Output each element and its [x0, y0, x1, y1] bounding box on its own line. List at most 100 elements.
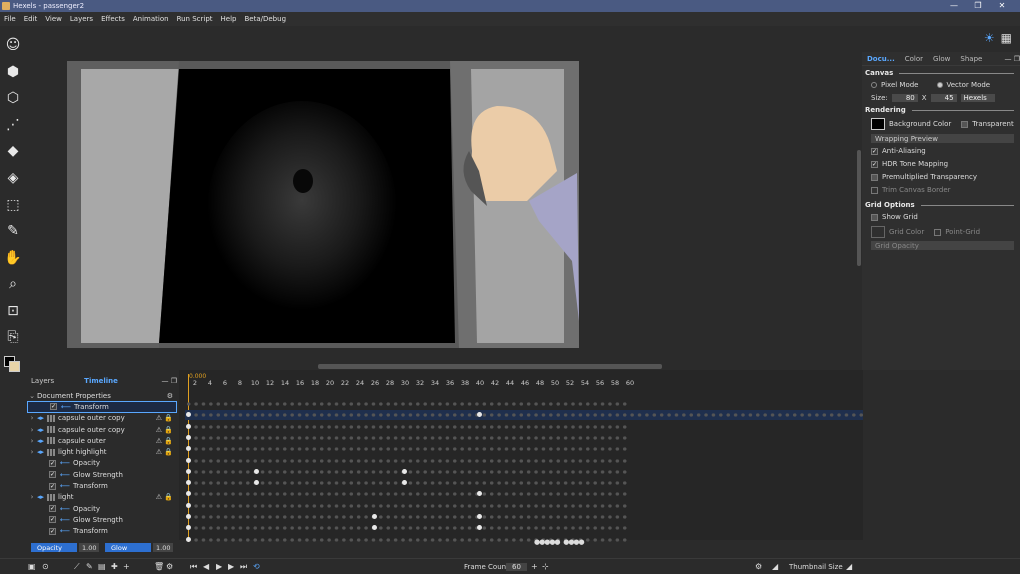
property-row[interactable]: ✓ ⟵ Transform	[27, 480, 177, 491]
timeline-track[interactable]	[185, 421, 630, 432]
light-mode-icon[interactable]: ☀	[984, 31, 995, 45]
visibility-icon[interactable]: ◂▸	[37, 448, 44, 456]
pixel-mode-radio[interactable]	[871, 82, 877, 88]
timeline-track[interactable]	[185, 523, 630, 534]
thumbnail-small-icon[interactable]: ◢	[772, 562, 778, 571]
close-button[interactable]: ✕	[990, 0, 1014, 12]
timeline-track[interactable]	[185, 455, 630, 466]
show-grid-checkbox[interactable]	[871, 213, 878, 221]
property-checkbox[interactable]: ✓	[49, 505, 56, 513]
keyframe-marker[interactable]	[402, 468, 407, 474]
menu-beta-debug[interactable]: Beta/Debug	[240, 15, 290, 23]
onion-skin-dots[interactable]: ●●●●● ●●●●	[534, 538, 585, 546]
property-checkbox[interactable]: ✓	[49, 459, 56, 467]
loop-icon[interactable]: ⟲	[253, 562, 260, 571]
glow-slider[interactable]: Glow	[105, 543, 151, 552]
layer-row[interactable]: › ◂▸ capsule outer ⚠ 🔒	[27, 435, 177, 446]
settings-icon[interactable]: ⚙	[166, 562, 173, 571]
timeline-area[interactable]: 2 4 6 8 10 12 14 16 18 20 22 24 26 28 30 32 34 36 38 40 42 44…	[179, 370, 863, 545]
minimize-button[interactable]: —	[942, 0, 966, 12]
anti-aliasing-checkbox[interactable]: ✓	[871, 147, 878, 155]
menu-run-script[interactable]: Run Script	[173, 15, 217, 23]
background-color-swatch[interactable]	[871, 118, 885, 130]
menu-effects[interactable]: Effects	[97, 15, 129, 23]
menu-layers[interactable]: Layers	[66, 15, 97, 23]
property-row[interactable]: ✓ ⟵ Transform	[27, 526, 177, 537]
keyframe-marker[interactable]	[186, 468, 191, 474]
property-row[interactable]: ✓ ⟵ Transform	[27, 401, 177, 413]
hex-outline-icon[interactable]: ⬡	[4, 89, 22, 107]
layer-row[interactable]: › ◂▸ capsule outer copy ⚠ 🔒	[27, 413, 177, 424]
panel-collapse-icon[interactable]: — ❐	[1004, 55, 1020, 63]
keyframe-marker[interactable]	[186, 536, 191, 542]
timeline-ruler[interactable]: 2 4 6 8 10 12 14 16 18 20 22 24 26 28 30 32 34 36 38 40 42 44…	[187, 379, 637, 389]
visibility-icon[interactable]: ◂▸	[37, 426, 44, 434]
tab-color[interactable]: Color	[900, 55, 928, 63]
plus-icon[interactable]: +	[123, 562, 130, 571]
grid-color-swatch[interactable]	[871, 226, 885, 238]
maximize-button[interactable]: ❐	[966, 0, 990, 12]
property-checkbox[interactable]: ✓	[50, 403, 57, 411]
timeline-track[interactable]	[185, 489, 630, 500]
keyframe-marker[interactable]	[254, 468, 259, 474]
add-frame-icon[interactable]: +	[531, 562, 538, 571]
opacity-slider[interactable]: Opacity	[31, 543, 77, 552]
timeline-track[interactable]	[185, 410, 863, 421]
horizontal-scrollbar[interactable]	[318, 364, 662, 369]
thumbnail-large-icon[interactable]: ◢	[846, 562, 852, 571]
grid-opacity-slider[interactable]: Grid Opacity	[871, 241, 1014, 250]
eyedropper-icon[interactable]: ✎	[4, 222, 22, 240]
expand-icon[interactable]: ⌄	[27, 392, 37, 400]
hex-fill-icon[interactable]: ⬢	[4, 63, 22, 81]
last-frame-button[interactable]: ⏭	[240, 562, 247, 572]
keyframe-marker[interactable]	[186, 434, 191, 440]
expand-icon[interactable]: ›	[27, 414, 37, 422]
visibility-icon[interactable]: ◂▸	[37, 437, 44, 445]
zoom-icon[interactable]: ⌕	[4, 275, 22, 293]
keyframe-marker[interactable]	[186, 423, 191, 429]
expand-icon[interactable]: ›	[27, 493, 37, 501]
insert-frame-icon[interactable]: ⊹	[542, 562, 549, 571]
keyframe-marker[interactable]	[186, 514, 191, 519]
warp-icon[interactable]: ⎘	[4, 328, 22, 346]
keyframe-marker[interactable]	[186, 457, 191, 463]
layer-options-icon[interactable]: ⊙	[42, 562, 49, 571]
marquee-icon[interactable]: ⬚	[4, 196, 22, 214]
lock-icon[interactable]: ⚠ 🔒	[156, 414, 173, 422]
timeline-track[interactable]	[185, 478, 630, 489]
size-width-input[interactable]: 80	[891, 94, 918, 102]
frame-count-input[interactable]: 60	[506, 562, 527, 571]
premultiplied-checkbox[interactable]	[871, 173, 878, 181]
expand-icon[interactable]: ›	[27, 437, 37, 445]
visibility-icon[interactable]: ◂▸	[37, 414, 44, 422]
keyframe-marker[interactable]	[477, 514, 482, 519]
color-swatch-icon[interactable]	[4, 356, 20, 372]
transform-icon[interactable]: ⊡	[4, 302, 22, 320]
play-button[interactable]: ▶	[216, 562, 222, 571]
keyframe-marker[interactable]	[372, 514, 377, 519]
vector-mode-radio[interactable]	[936, 82, 943, 88]
artwork-canvas[interactable]	[67, 61, 579, 348]
timeline-track[interactable]	[185, 512, 630, 522]
layer-row[interactable]: › ◂▸ light ⚠ 🔒	[27, 492, 177, 503]
next-frame-button[interactable]: ▶	[228, 562, 234, 571]
gear-icon[interactable]: ⚙	[167, 392, 173, 400]
line-tool-icon[interactable]: ⋰	[4, 116, 22, 134]
menu-view[interactable]: View	[41, 15, 66, 23]
menu-animation[interactable]: Animation	[129, 15, 173, 23]
menu-help[interactable]: Help	[217, 15, 241, 23]
menu-file[interactable]: File	[0, 15, 20, 23]
lock-icon[interactable]: ⚠ 🔒	[156, 448, 173, 456]
grid-toggle-icon[interactable]: ▦	[1001, 31, 1012, 45]
vertical-scrollbar[interactable]	[857, 150, 861, 266]
lock-icon[interactable]: ⚠ 🔒	[156, 493, 173, 501]
new-layer-icon[interactable]: ▣	[28, 562, 36, 571]
transparent-checkbox[interactable]	[961, 120, 969, 128]
timeline-track[interactable]	[185, 466, 630, 477]
lock-icon[interactable]: ⚠ 🔒	[156, 437, 173, 445]
size-height-input[interactable]: 45	[930, 94, 957, 102]
point-grid-checkbox[interactable]	[934, 228, 942, 236]
expand-icon[interactable]: ›	[27, 448, 37, 456]
property-checkbox[interactable]: ✓	[49, 516, 56, 524]
timeline-track[interactable]	[185, 444, 630, 455]
